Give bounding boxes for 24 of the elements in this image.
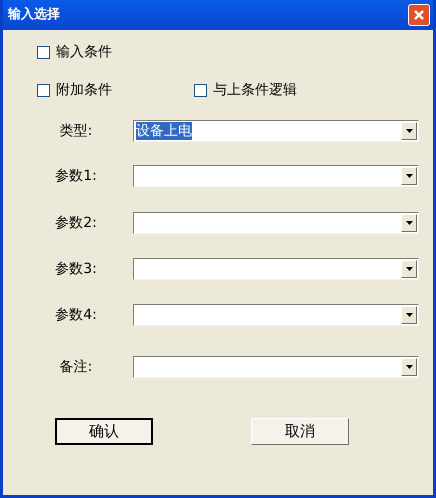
checkbox-label: 与上条件逻辑: [213, 80, 297, 100]
dropdown-field[interactable]: [133, 258, 419, 280]
dropdown-field[interactable]: [133, 165, 419, 187]
field-label: 参数3:: [54, 260, 98, 278]
checkbox[interactable]: [37, 46, 50, 58]
field-label: 类型:: [58, 122, 94, 140]
field-label: 参数1:: [54, 166, 98, 186]
checkbox[interactable]: [37, 84, 50, 96]
dialog-button[interactable]: 确认: [55, 418, 153, 445]
checkbox-label: 附加条件: [56, 80, 112, 100]
field-label: 备注:: [58, 358, 94, 376]
window-title: 输入选择: [8, 6, 60, 24]
field-label: 参数4:: [54, 306, 98, 324]
dropdown-field[interactable]: [133, 304, 419, 326]
field-label: 参数2:: [54, 214, 98, 232]
close-button[interactable]: [408, 4, 430, 26]
checkbox-label: 输入条件: [56, 42, 112, 62]
field-value: 设备上电: [136, 122, 192, 140]
checkbox[interactable]: [194, 84, 207, 96]
dropdown-field[interactable]: 设备上电: [133, 120, 419, 142]
close-icon: [413, 9, 425, 21]
dropdown-field[interactable]: [133, 356, 419, 378]
dropdown-field[interactable]: [133, 212, 419, 234]
dialog-button[interactable]: 取消: [251, 418, 349, 445]
